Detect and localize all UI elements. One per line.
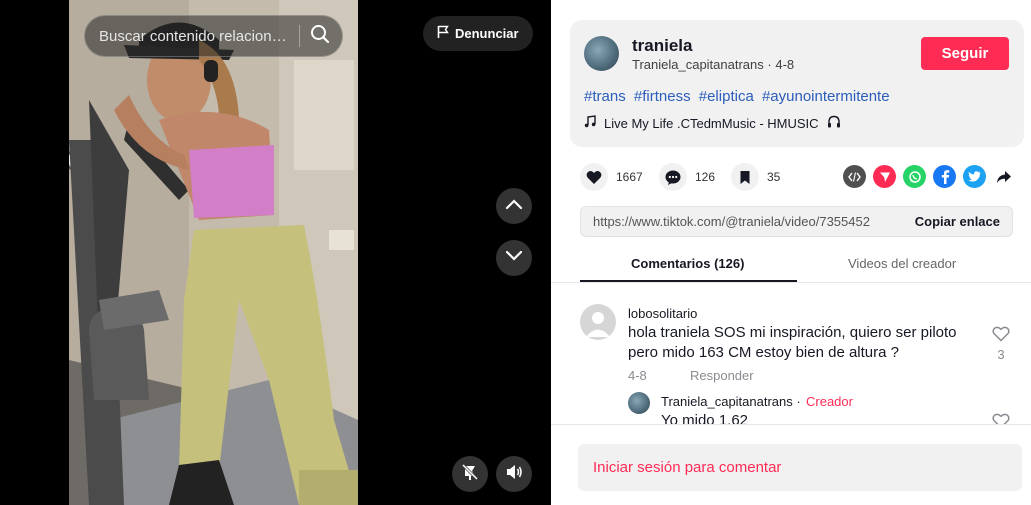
copy-link-button[interactable]: Copiar enlace <box>915 214 1000 229</box>
comment-button[interactable]: 126 <box>659 163 715 191</box>
save-button[interactable]: 35 <box>731 163 780 191</box>
dot-separator: · <box>796 394 801 409</box>
search-icon[interactable] <box>310 24 330 49</box>
picture-in-picture-icon <box>461 463 479 486</box>
engagement-bar: 1667 126 35 <box>580 163 1020 191</box>
tiktok-video-page: Buscar contenido relacionado Denunciar t… <box>0 0 1031 505</box>
bookmark-icon <box>731 163 759 191</box>
send-icon[interactable] <box>873 165 896 188</box>
hashtag-link[interactable]: #trans <box>584 88 626 105</box>
report-label: Denunciar <box>455 26 519 41</box>
previous-video-button[interactable] <box>496 188 532 224</box>
divider <box>551 424 1031 425</box>
video-still-image <box>69 0 358 505</box>
copy-link-field: https://www.tiktok.com/@traniela/video/7… <box>580 206 1013 237</box>
flag-icon <box>437 25 449 42</box>
video-url[interactable]: https://www.tiktok.com/@traniela/video/7… <box>593 214 901 229</box>
reply-text: Yo mido 1.62 <box>661 412 749 424</box>
chevron-down-icon <box>505 249 523 267</box>
avatar[interactable] <box>580 304 616 340</box>
tab-creator-videos[interactable]: Videos del creador <box>848 256 956 271</box>
music-title: Live My Life .CTedmMusic - HMUSIC <box>604 115 819 131</box>
save-count: 35 <box>767 170 781 184</box>
search-divider <box>299 25 300 47</box>
video-player[interactable]: Buscar contenido relacionado Denunciar <box>0 0 551 505</box>
reply-like-button[interactable] <box>991 413 1011 424</box>
author-avatar[interactable] <box>584 36 619 71</box>
like-count: 1667 <box>616 170 643 184</box>
hashtag-link[interactable]: #ayunointermitente <box>762 88 890 105</box>
comment-like-count: 3 <box>997 347 1005 362</box>
twitter-icon[interactable] <box>963 165 986 188</box>
author-subtitle: Traniela_capitanatrans · 4-8 <box>632 57 794 72</box>
comment-username[interactable]: lobosolitario <box>628 306 697 321</box>
music-note-icon <box>584 115 596 131</box>
comment-count: 126 <box>695 170 716 184</box>
search-input[interactable]: Buscar contenido relacionado <box>84 15 343 57</box>
comment-tabs: Comentarios (126) Videos del creador <box>580 246 1024 283</box>
reply-username-link[interactable]: Traniela_capitanatrans <box>661 394 793 409</box>
chevron-up-icon <box>505 197 523 215</box>
headphones-icon <box>827 115 841 131</box>
hashtag-link[interactable]: #eliptica <box>699 88 754 105</box>
comment-date: 4-8 <box>628 368 647 383</box>
login-to-comment-button[interactable]: Iniciar sesión para comentar <box>578 444 1022 491</box>
music-link[interactable]: Live My Life .CTedmMusic - HMUSIC <box>584 115 841 131</box>
video-details-panel: traniela Traniela_capitanatrans · 4-8 Se… <box>551 0 1031 505</box>
floating-player-button[interactable] <box>452 456 488 492</box>
heart-icon <box>580 163 608 191</box>
report-button[interactable]: Denunciar <box>423 16 533 51</box>
author-handle: Traniela_capitanatrans <box>632 57 764 72</box>
video-frame[interactable] <box>69 0 358 505</box>
comment-text: hola traniela SOS mi inspiración, quiero… <box>628 324 957 361</box>
volume-icon <box>505 463 523 486</box>
volume-button[interactable] <box>496 456 532 492</box>
reply-username: Traniela_capitanatrans · <box>661 394 801 409</box>
heart-outline-icon <box>992 326 1010 346</box>
reply-button[interactable]: Responder <box>690 368 754 383</box>
search-placeholder: Buscar contenido relacionado <box>99 27 289 45</box>
avatar[interactable] <box>628 392 650 414</box>
hashtag-list: #trans #firtness #eliptica #ayunointermi… <box>584 88 894 105</box>
share-arrow-icon[interactable] <box>992 165 1015 188</box>
heart-outline-icon <box>992 413 1010 424</box>
author-name[interactable]: traniela <box>632 36 692 56</box>
comment-like-button[interactable] <box>991 326 1011 347</box>
hashtag-link[interactable]: #firtness <box>634 88 691 105</box>
creator-badge: Creador <box>806 394 853 409</box>
comment-bubble-icon <box>659 163 687 191</box>
post-date: 4-8 <box>775 57 795 72</box>
author-card: traniela Traniela_capitanatrans · 4-8 Se… <box>570 20 1024 147</box>
facebook-icon[interactable] <box>933 165 956 188</box>
comment-list: lobosolitario hola traniela SOS mi inspi… <box>551 283 1031 424</box>
like-button[interactable]: 1667 <box>580 163 643 191</box>
next-video-button[interactable] <box>496 240 532 276</box>
tab-comments[interactable]: Comentarios (126) <box>631 256 744 271</box>
follow-button[interactable]: Seguir <box>921 37 1009 70</box>
whatsapp-icon[interactable] <box>903 165 926 188</box>
embed-icon[interactable] <box>843 165 866 188</box>
